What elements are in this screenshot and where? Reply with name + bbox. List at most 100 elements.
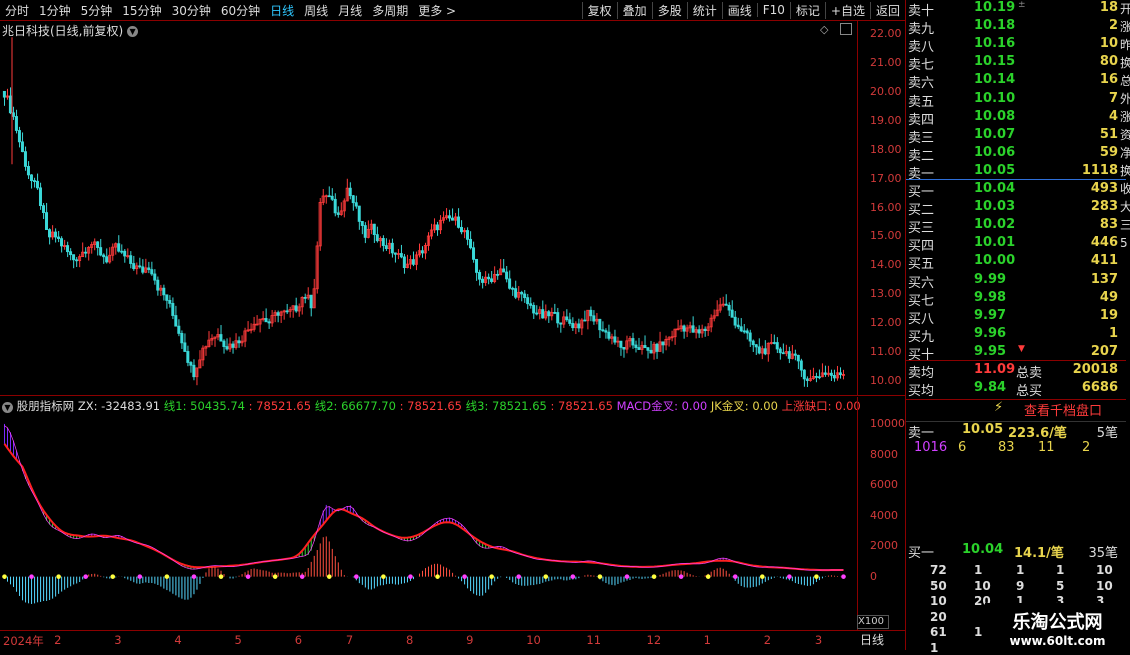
toolbar-button-3[interactable]: 统计: [686, 1, 722, 19]
stat-label: 涨: [1120, 20, 1130, 34]
toolbar-button-1[interactable]: 叠加: [616, 1, 652, 19]
candle-body: [303, 296, 307, 299]
period-tab-0[interactable]: 分时: [0, 2, 34, 19]
toolbar-button-2[interactable]: 多股: [651, 1, 687, 19]
price-tick: 14.00: [870, 258, 902, 272]
candle-body: [601, 329, 605, 332]
bid-row[interactable]: 买六 9.99 137: [906, 271, 1126, 291]
price-tick: 13.00: [870, 287, 902, 301]
signal-dot: [56, 574, 61, 579]
period-tab-5[interactable]: 60分钟: [216, 2, 265, 19]
bid-row[interactable]: 买八 9.97 19: [906, 308, 1126, 327]
price-tick: 12.00: [870, 315, 902, 329]
period-tab-7[interactable]: 周线: [299, 2, 333, 19]
candle-body: [661, 341, 665, 346]
period-tab-9[interactable]: 多周期: [367, 2, 413, 19]
bid-row[interactable]: 买九 9.96 1: [906, 326, 1126, 345]
queue-value: 10: [1096, 578, 1113, 593]
candle-body: [739, 326, 743, 332]
candle-body: [532, 305, 536, 314]
bid-volume: 283: [1090, 199, 1118, 215]
ask-volume: 16: [1099, 72, 1118, 88]
candle-body: [583, 319, 587, 322]
indicator-chart[interactable]: [0, 412, 857, 630]
ask-row[interactable]: 卖六 10.14 16: [906, 72, 1126, 91]
ask-row[interactable]: 卖九 10.18 2: [906, 18, 1126, 37]
signal-dot: [678, 574, 684, 579]
magenta-line: [4, 425, 844, 571]
price-axis: 22.00 21.00 20.00 19.00 18.00 17.00 16.00 15.00…: [857, 20, 906, 395]
signal-dot: [732, 574, 738, 579]
candle-body: [102, 254, 106, 258]
ask-label: 卖二: [908, 148, 935, 164]
candle-body: [514, 288, 518, 298]
period-tab-4[interactable]: 30分钟: [167, 2, 216, 19]
period-toolbar: 分时 1分钟 5分钟 15分钟 30分钟 60分钟 日线 周线 月线 多周期 更多 > 复权 叠加 多股统…: [0, 0, 905, 21]
candle-body: [35, 180, 39, 189]
period-tab-6[interactable]: 日线: [265, 2, 299, 19]
candle-body: [799, 360, 803, 371]
candle-body: [399, 253, 403, 258]
toolbar-button-8[interactable]: 返回: [869, 1, 905, 19]
price-tick: 11.00: [870, 344, 902, 358]
bid-row[interactable]: 买三 10.02 83: [906, 217, 1126, 236]
candle-body: [17, 130, 21, 143]
toolbar-button-7[interactable]: +自选: [824, 1, 870, 19]
price-tick: 16.00: [870, 200, 902, 214]
price-tick: 20.00: [870, 85, 902, 99]
ask-row[interactable]: 卖七 10.15 80: [906, 54, 1126, 73]
ask-row[interactable]: 卖三 10.07 51: [906, 127, 1126, 146]
ask-row[interactable]: 卖八 10.16 10: [906, 36, 1126, 55]
ask-price: 10.15: [974, 54, 1016, 70]
candle-body: [96, 241, 100, 248]
bid-row[interactable]: 买二 10.03 283: [906, 199, 1126, 218]
queue-value: 10: [974, 578, 991, 593]
candle-body: [348, 187, 352, 197]
toolbar-button-6[interactable]: 标记: [789, 1, 825, 19]
period-label[interactable]: 日线: [860, 631, 884, 648]
candle-body: [589, 309, 593, 317]
sell1-amount: 223.6/笔: [1008, 426, 1067, 441]
period-tab-3[interactable]: 15分钟: [117, 2, 166, 19]
period-tab-8[interactable]: 月线: [333, 2, 367, 19]
ask-row[interactable]: 卖二 10.06 59: [906, 145, 1126, 164]
ask-row[interactable]: 卖四 10.08 4: [906, 109, 1126, 128]
candle-body: [186, 351, 190, 363]
bid-row[interactable]: 买五 10.00 411: [906, 253, 1126, 272]
buy1-price: 10.04: [962, 542, 1004, 557]
bid-row[interactable]: 买七 9.98 49: [906, 290, 1126, 309]
candle-body: [150, 269, 154, 275]
candle-body: [465, 230, 470, 240]
ask-row[interactable]: 卖五 10.10 7: [906, 91, 1126, 110]
signal-dot: [164, 574, 170, 579]
candle-body: [29, 174, 33, 181]
zx-value: ZX: -32483.91: [77, 399, 161, 413]
buy1-amount: 14.1/笔: [1014, 546, 1064, 561]
period-tab-10[interactable]: 更多 >: [413, 2, 461, 19]
candle-body: [72, 254, 76, 261]
candlestick-chart[interactable]: [0, 20, 857, 395]
stat-label: 三: [1120, 218, 1130, 232]
candle-body: [523, 293, 527, 299]
toolbar-button-4[interactable]: 画线: [721, 1, 757, 19]
candle-body: [2, 90, 6, 98]
candle-body: [604, 330, 608, 333]
pane-divider: [0, 395, 905, 396]
signal-dot: [326, 574, 332, 579]
bid-volume: 137: [1090, 271, 1118, 287]
bid-price: 10.02: [974, 217, 1016, 233]
ask-row[interactable]: 卖十 10.19 ±18: [906, 0, 1126, 19]
bid-row[interactable]: 买四 10.01 446: [906, 235, 1126, 254]
signal-dot: [381, 574, 386, 579]
candle-body: [577, 323, 581, 329]
candle-body: [23, 151, 27, 167]
view-depth-button[interactable]: ⚡ 查看千档盘口: [906, 398, 1126, 420]
candle-body: [8, 95, 12, 114]
toolbar-button-0[interactable]: 复权: [581, 1, 617, 19]
avg-bid-label: 买均: [908, 384, 935, 399]
period-tab-2[interactable]: 5分钟: [76, 2, 118, 19]
bid-row[interactable]: 买一 10.04 493: [906, 181, 1126, 200]
candle-body: [724, 303, 728, 306]
toolbar-button-5[interactable]: F10: [756, 3, 790, 17]
period-tab-1[interactable]: 1分钟: [34, 2, 76, 19]
